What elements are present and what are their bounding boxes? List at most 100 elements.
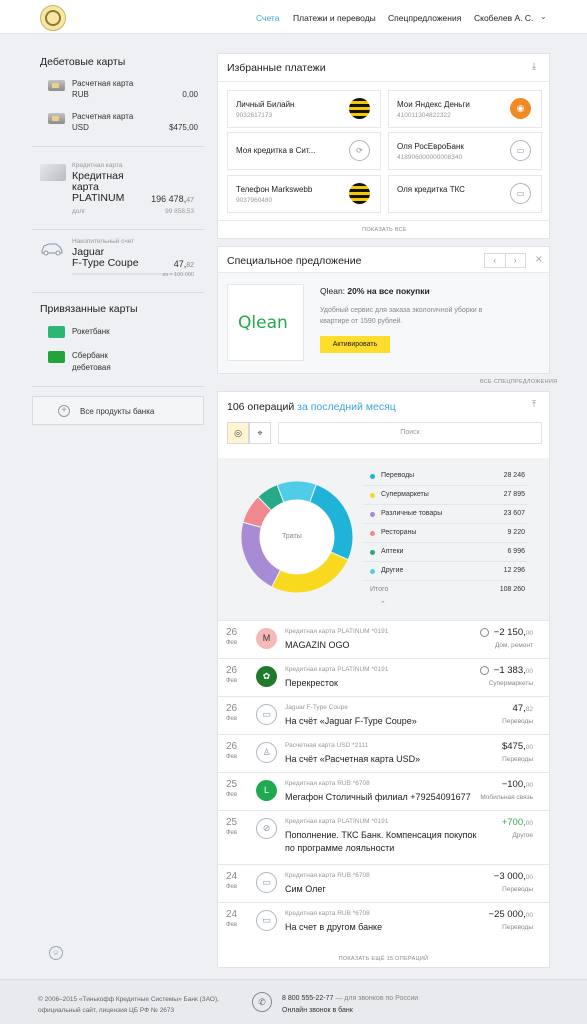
- legend-item[interactable]: Другие 12 296: [363, 563, 527, 581]
- period-link[interactable]: за последний месяц: [297, 401, 396, 413]
- legend-item[interactable]: Различные товары 23 607: [363, 506, 527, 524]
- feedback-smiley-icon[interactable]: ☺: [49, 946, 63, 960]
- merchant-icon: ▭: [256, 910, 277, 931]
- legend-dot: [370, 531, 375, 536]
- nav-offers[interactable]: Спецпредложения: [388, 13, 461, 23]
- linked-card-rocketbank[interactable]: Рокетбанк: [40, 324, 198, 340]
- prev-arrow-icon[interactable]: ‹: [485, 254, 506, 267]
- legend-item[interactable]: Супермаркеты 27 895: [363, 487, 527, 505]
- credit-card-platinum[interactable]: Кредитная карта Кредитная карта PLATINUM д…: [40, 162, 198, 220]
- clock-icon: [480, 628, 489, 637]
- legend-item[interactable]: Рестораны 9 220: [363, 525, 527, 543]
- merchant-icon: L: [256, 780, 277, 801]
- linked-cards-title: Привязанные карты: [40, 303, 138, 315]
- total-value: 108 260: [499, 586, 525, 593]
- operation-row[interactable]: 24 Фев ▭ Кредитная карта RUB *6708 На счет в…: [218, 902, 549, 940]
- clock-icon: [480, 666, 489, 675]
- bank-logo[interactable]: [40, 5, 66, 31]
- beeline-icon: [349, 98, 370, 119]
- all-offers-link[interactable]: ВСЕ СПЕЦПРЕДЛОЖЕНИЯ: [480, 379, 557, 385]
- next-arrow-icon[interactable]: ›: [506, 254, 526, 267]
- operation-row[interactable]: 25 Фев ⊘ Кредитная карта PLATINUM *0191 Попо…: [218, 810, 549, 864]
- operation-category: Супермаркеты: [488, 680, 533, 687]
- operation-category: Переводы: [502, 924, 533, 931]
- spending-chart: Траты Переводы 28 246 Супермаркеты 27 895 Ра…: [218, 458, 549, 620]
- merchant-icon: ▭: [256, 704, 277, 725]
- chevron-down-icon[interactable]: ⌄: [540, 12, 547, 21]
- total-label: Итого: [370, 586, 389, 593]
- merchant-icon: ♙: [256, 742, 277, 763]
- divider: [32, 146, 204, 147]
- card-transfer-icon: ▭: [510, 140, 531, 161]
- favorite-payment[interactable]: Личный Билайн 9032617173: [227, 90, 381, 128]
- search-input[interactable]: Поиск: [278, 422, 542, 444]
- sberbank-icon: [48, 351, 65, 363]
- divider: [32, 292, 204, 293]
- debit-cards-title: Дебетовые карты: [40, 56, 126, 68]
- online-call-link[interactable]: Онлайн звонок в банк: [282, 1005, 418, 1017]
- nav-accounts[interactable]: Счета: [256, 13, 279, 23]
- nav-payments[interactable]: Платежи и переводы: [293, 13, 376, 23]
- debit-card-usd[interactable]: Расчетная карта USD $475,00: [40, 111, 198, 135]
- favorite-payment[interactable]: Мои Яндекс Деньги 410011304822322 ◉: [388, 90, 542, 128]
- all-products-button[interactable]: + Все продукты банка: [32, 396, 204, 425]
- operation-amount: −1 383,00: [493, 665, 533, 676]
- favorite-payments-panel: Избранные платежи ⤓ Личный Билайн 9032617…: [217, 53, 550, 239]
- card-balance: 0,00: [182, 90, 198, 99]
- debit-card-rub[interactable]: Расчетная карта RUB 0,00: [40, 78, 198, 102]
- operation-row[interactable]: 26 Фев ♙ Расчетная карта USD *2111 На счёт «…: [218, 734, 549, 772]
- operations-title: 106 операций за последний месяц: [227, 401, 396, 413]
- operation-category: Мобильная связь: [480, 794, 533, 801]
- savings-account-jaguar[interactable]: Накопительный счет Jaguar F-Type Coupe 47…: [40, 238, 198, 282]
- favorite-payment[interactable]: Оля кредитка ТКС ▭: [388, 175, 542, 213]
- car-icon: [40, 242, 64, 256]
- credit-balance: 196 478,47: [151, 194, 194, 204]
- user-name[interactable]: Скобелев А. С.: [474, 13, 533, 23]
- favorite-payment[interactable]: Моя кредитка в Сит... ⟳: [227, 132, 381, 170]
- legend-item[interactable]: Аптеки 6 996: [363, 544, 527, 562]
- export-icon[interactable]: ⤒: [532, 399, 536, 410]
- card-icon: [48, 113, 65, 124]
- collapse-icon[interactable]: ⌃: [380, 600, 386, 608]
- operation-category: Другое: [512, 832, 533, 839]
- download-icon[interactable]: ⤓: [532, 61, 536, 72]
- legend-dot: [370, 493, 375, 498]
- chart-view-icon[interactable]: ◎: [227, 422, 249, 444]
- credit-debt: 99 858,53: [165, 208, 194, 215]
- operation-row[interactable]: 26 Фев ✿ Кредитная карта PLATINUM *0191 Пере…: [218, 658, 549, 696]
- divider: [32, 386, 204, 387]
- card-icon: [48, 80, 65, 91]
- favorite-payment[interactable]: Телефон Markswebb 9037960480: [227, 175, 381, 213]
- show-all-link[interactable]: ПОКАЗАТЬ ВСЕ: [218, 227, 551, 233]
- legend-dot: [370, 569, 375, 574]
- qlean-logo: Qlean: [238, 313, 288, 333]
- operation-amount: −3 000,00: [493, 871, 533, 882]
- operation-category: Переводы: [502, 886, 533, 893]
- merchant-icon: ✿: [256, 666, 277, 687]
- operation-row[interactable]: 26 Фев ▭ Jaguar F-Type Coupe На счёт «Jaguar…: [218, 696, 549, 734]
- yandex-money-icon: ◉: [510, 98, 531, 119]
- operation-category: Переводы: [502, 718, 533, 725]
- map-pin-icon[interactable]: ⌖: [249, 422, 271, 444]
- operation-row[interactable]: 25 Фев L Кредитная карта RUB *6708 Мегафон С…: [218, 772, 549, 810]
- legend-dot: [370, 474, 375, 479]
- merchant-icon: ▭: [256, 872, 277, 893]
- operation-amount: −100,00: [501, 779, 533, 790]
- transfer-icon: ⟳: [349, 140, 370, 161]
- panel-title: Избранные платежи: [227, 62, 326, 74]
- merchant-icon: M: [256, 628, 277, 649]
- favorite-payment[interactable]: Оля РосЕвроБанк 418906000000008340 ▭: [388, 132, 542, 170]
- plus-icon: +: [58, 405, 70, 417]
- legend-item[interactable]: Переводы 28 246: [363, 468, 527, 486]
- operation-row[interactable]: 26 Фев M Кредитная карта PLATINUM *0191 MAGA…: [218, 620, 549, 658]
- phone-icon[interactable]: ✆: [252, 992, 272, 1012]
- close-icon[interactable]: ✕: [535, 254, 543, 265]
- show-more-operations-link[interactable]: ПОКАЗАТЬ ЕЩЁ 15 ОПЕРАЦИЙ: [218, 956, 549, 962]
- linked-card-sberbank[interactable]: Сбербанк дебетовая: [40, 348, 198, 374]
- qlean-logo-box: Qlean: [227, 284, 304, 361]
- savings-balance: 47,82: [173, 259, 194, 269]
- activate-button[interactable]: Активировать: [320, 336, 390, 353]
- operation-category: Переводы: [502, 756, 533, 763]
- donut-slice[interactable]: [276, 480, 317, 504]
- operation-row[interactable]: 24 Фев ▭ Кредитная карта RUB *6708 Сим Олег −…: [218, 864, 549, 902]
